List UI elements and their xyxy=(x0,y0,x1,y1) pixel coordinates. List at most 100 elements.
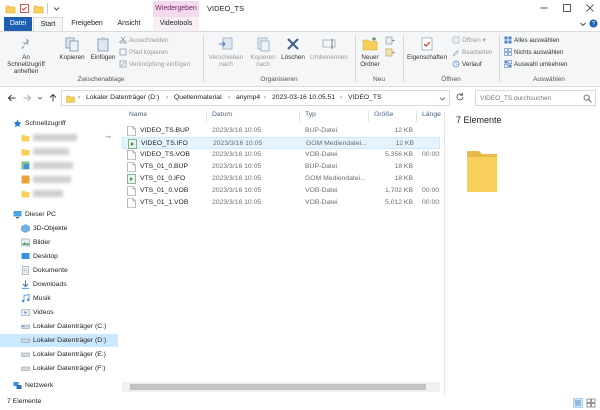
nav-this-pc[interactable]: Dieser PC xyxy=(0,208,118,221)
forward-arrow-icon[interactable] xyxy=(22,93,32,103)
redacted-label xyxy=(33,190,63,197)
tab-ansicht[interactable]: Ansicht xyxy=(113,17,145,31)
column-divider[interactable] xyxy=(299,111,300,122)
nav-drive-e[interactable]: Lokaler Datenträger (E:) xyxy=(0,348,118,361)
breadcrumb-anymp4[interactable]: anymp4 xyxy=(236,94,260,101)
nav-quick-access-label: Schnellzugriff xyxy=(25,120,66,127)
rename-icon xyxy=(322,39,336,49)
nav-pinned-item[interactable] xyxy=(0,173,118,186)
preview-pane: 7 Elemente xyxy=(444,111,600,396)
scrollbar-thumb[interactable] xyxy=(130,384,426,390)
up-arrow-icon[interactable] xyxy=(48,93,58,103)
close-icon[interactable] xyxy=(584,2,596,14)
easy-access-button[interactable] xyxy=(385,48,397,58)
column-header-name[interactable]: Name xyxy=(129,111,147,118)
qat-dropdown-icon[interactable] xyxy=(51,3,62,14)
details-view-icon[interactable] xyxy=(573,398,583,408)
new-item-button[interactable] xyxy=(385,36,397,46)
nav-quick-access[interactable]: Schnellzugriff xyxy=(0,117,118,130)
breadcrumb-quellenmaterial[interactable]: Quellenmaterial xyxy=(174,94,222,101)
nav-pictures[interactable]: Bilder xyxy=(0,236,118,249)
column-header-size[interactable]: Größe xyxy=(374,111,393,118)
column-divider[interactable] xyxy=(368,111,369,122)
media-file-icon xyxy=(127,174,136,184)
search-input[interactable] xyxy=(480,93,580,103)
context-tab-wiedergeben[interactable]: Wiedergeben xyxy=(153,1,199,17)
minimize-icon[interactable] xyxy=(538,2,550,14)
nav-drive-f[interactable]: Lokaler Datenträger (F:) xyxy=(0,362,118,375)
nav-3d-objects[interactable]: 3D-Objekte xyxy=(0,222,118,235)
recent-dropdown-icon[interactable] xyxy=(35,93,45,103)
column-header-type[interactable]: Typ xyxy=(305,111,316,118)
column-divider[interactable] xyxy=(206,111,207,122)
maximize-icon[interactable] xyxy=(561,2,573,14)
file-row[interactable]: VTS_01_0.VOB 2023/3/16 10:05 VOB-Datei 1,70… xyxy=(122,185,440,197)
help-icon[interactable]: ? xyxy=(589,19,598,28)
cut-button[interactable]: Ausschneiden xyxy=(119,36,169,46)
open-button[interactable]: Öffnen ▾ xyxy=(452,36,486,46)
large-icons-view-icon[interactable] xyxy=(586,398,596,408)
nav-pinned-item[interactable]: ⊸ xyxy=(0,131,118,144)
new-folder-quick-icon[interactable] xyxy=(33,3,44,14)
file-row[interactable]: VTS_01_1.VOB 2023/3/16 10:05 VOB-Datei 5,01… xyxy=(122,197,440,209)
copy-to-button[interactable]: Kopieren nach xyxy=(248,36,278,68)
column-divider[interactable] xyxy=(416,111,417,122)
nav-videos[interactable]: Videos xyxy=(0,306,118,319)
paste-button[interactable]: Einfügen xyxy=(88,36,118,61)
breadcrumb-drive-d[interactable]: Lokaler Datenträger (D:) xyxy=(86,94,159,101)
paste-shortcut-button[interactable]: Verknüpfung einfügen xyxy=(119,60,190,70)
search-icon[interactable] xyxy=(583,94,592,103)
back-arrow-icon[interactable] xyxy=(7,93,17,103)
select-none-button[interactable]: Nichts auswählen xyxy=(504,48,563,58)
copy-icon xyxy=(65,37,79,52)
nav-downloads[interactable]: Downloads xyxy=(0,278,118,291)
column-header-length[interactable]: Länge xyxy=(422,111,441,118)
nav-drive-f-label: Lokaler Datenträger (F:) xyxy=(33,365,106,372)
ribbon-collapse-chevron-icon[interactable] xyxy=(579,20,587,28)
file-type: VOB-Datei xyxy=(305,187,338,194)
tab-datei[interactable]: Datei xyxy=(4,17,32,31)
nav-music[interactable]: Musik xyxy=(0,292,118,305)
nav-drive-c[interactable]: Lokaler Datenträger (C:) xyxy=(0,320,118,333)
properties-button[interactable]: Eigenschaften xyxy=(404,36,450,61)
breadcrumb-video-ts[interactable]: VIDEO_TS xyxy=(348,94,382,101)
nav-pinned-item[interactable] xyxy=(0,145,118,158)
breadcrumb-separator: › xyxy=(166,94,169,101)
nav-drive-d[interactable]: Lokaler Datenträger (D:) xyxy=(0,334,118,347)
copy-button[interactable]: Kopieren xyxy=(57,36,87,61)
select-all-button[interactable]: Alles auswählen xyxy=(504,36,560,46)
file-row[interactable]: VIDEO_TS.IFO 2023/3/16 10:05 GOM Mediendat… xyxy=(122,137,440,149)
column-header-date[interactable]: Datum xyxy=(212,111,232,118)
tab-start[interactable]: Start xyxy=(33,17,63,31)
file-row[interactable]: VTS_01_0.BUP 2023/3/16 10:05 BUP-Datei 18 K… xyxy=(122,161,440,173)
redacted-label xyxy=(33,148,69,155)
nav-desktop[interactable]: Desktop xyxy=(0,250,118,263)
edit-button[interactable]: Bearbeiten xyxy=(452,48,492,58)
nav-network[interactable]: Netzwerk xyxy=(0,379,118,392)
tab-videotools[interactable]: Videotools xyxy=(153,17,199,31)
address-dropdown-icon[interactable] xyxy=(438,94,447,103)
history-button[interactable]: Verlauf xyxy=(452,60,482,70)
file-row[interactable]: VIDEO_TS.BUP 2023/3/16 10:05 BUP-Datei 12 K… xyxy=(122,125,440,137)
properties-quick-icon[interactable] xyxy=(19,3,30,14)
invert-selection-icon xyxy=(504,60,512,69)
refresh-icon[interactable] xyxy=(455,92,465,102)
file-row[interactable]: VIDEO_TS.VOB 2023/3/16 10:05 VOB-Datei 5,35… xyxy=(122,149,440,161)
pin-quick-access-button[interactable]: An Schnellzugriff anheften xyxy=(4,36,48,75)
delete-button[interactable]: Löschen xyxy=(279,36,307,61)
nav-documents[interactable]: Dokumente xyxy=(0,264,118,277)
horizontal-scrollbar[interactable] xyxy=(122,382,440,392)
file-date: 2023/3/16 10:05 xyxy=(212,127,262,134)
address-bar[interactable]: › Lokaler Datenträger (D:) › Quellenmate… xyxy=(61,90,450,106)
move-to-button[interactable]: Verschieben nach xyxy=(206,36,246,68)
nav-pinned-item[interactable] xyxy=(0,159,118,172)
rename-button[interactable]: Umbenennen xyxy=(307,36,351,61)
tab-freigeben[interactable]: Freigeben xyxy=(67,17,107,31)
copy-path-button[interactable]: Pfad kopieren xyxy=(119,48,168,58)
search-box[interactable] xyxy=(475,90,596,106)
new-folder-button[interactable]: Neuer Ordner xyxy=(357,36,383,68)
file-row[interactable]: VTS_01_0.IFO 2023/3/16 10:05 GOM Mediendat… xyxy=(122,173,440,185)
invert-selection-button[interactable]: Auswahl umkehren xyxy=(504,60,568,70)
nav-pinned-item[interactable] xyxy=(0,187,118,200)
breadcrumb-date-folder[interactable]: 2023-03-16 10.05.51 xyxy=(272,94,335,101)
